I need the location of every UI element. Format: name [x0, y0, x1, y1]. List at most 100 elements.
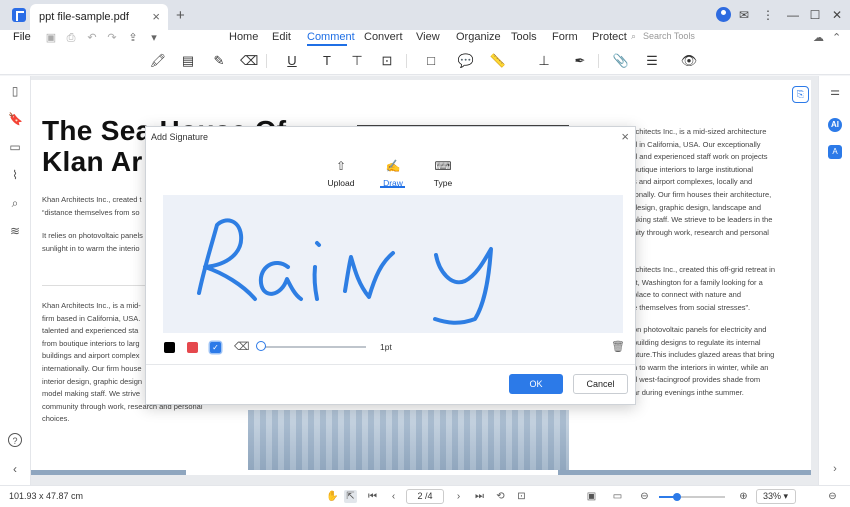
menu-protect[interactable]: Protect [592, 31, 627, 43]
previous-page-icon[interactable]: ‹ [387, 490, 400, 503]
save-icon[interactable]: ▣ [44, 31, 58, 45]
signature-pen-icon[interactable]: ✒ [571, 52, 589, 70]
help-icon[interactable]: ? [8, 433, 22, 447]
next-page-icon[interactable]: › [452, 490, 465, 503]
quick-access-dropdown-icon[interactable]: ▾ [147, 31, 161, 45]
zoom-slider-handle[interactable] [673, 493, 681, 501]
tab-upload[interactable]: ⇧ Upload [321, 159, 361, 189]
text-line: rchitects Inc., created this off-grid re… [633, 265, 776, 274]
menu-organize[interactable]: Organize [456, 31, 501, 43]
share-icon[interactable]: ⇪ [126, 31, 140, 45]
collapse-ribbon-icon[interactable]: ⌃ [832, 31, 841, 44]
callout-icon[interactable]: ⊡ [378, 52, 396, 70]
attachment-icon[interactable]: 📎 [612, 52, 630, 70]
title-bar: ppt file-sample.pdf × + ✉ ⋮ — ☐ ✕ [0, 0, 850, 30]
scroll-right-icon[interactable]: › [828, 462, 842, 476]
sticky-note-icon[interactable]: ▤ [179, 52, 197, 70]
undo-icon[interactable]: ↶ [85, 31, 99, 45]
pencil-icon[interactable]: ✎ [210, 52, 228, 70]
thickness-value: 1pt [380, 342, 392, 352]
page-action-icon[interactable]: ⎘ [792, 86, 809, 103]
page-layout-icon[interactable]: ▣ [585, 490, 598, 503]
left-sidebar: ▯ 🔖 ▭ ⌇ ⌕ ≋ ? ‹ [0, 76, 31, 485]
menu-form[interactable]: Form [552, 31, 578, 43]
fit-page-icon[interactable]: ⊡ [515, 490, 528, 503]
underline-icon[interactable]: U [283, 52, 301, 70]
draw-icon: ✍ [385, 159, 401, 173]
ai-assistant-icon[interactable]: AI [828, 118, 842, 132]
tab-close-icon[interactable]: × [152, 9, 160, 24]
menu-view[interactable]: View [416, 31, 440, 43]
scrollbar-segment[interactable] [31, 470, 186, 475]
eraser-icon[interactable]: ⌫ [234, 340, 250, 353]
new-tab-button[interactable]: + [176, 7, 185, 24]
menu-home[interactable]: Home [229, 31, 258, 43]
zoom-select[interactable]: 33% ▾ [756, 489, 796, 504]
first-page-icon[interactable]: ⏮ [366, 490, 379, 503]
search-panel-icon[interactable]: ⌕ [8, 196, 22, 210]
comment-panel-icon[interactable]: ▭ [8, 140, 22, 154]
text-line: ionally. Our firm houses their architect… [633, 189, 772, 199]
hand-tool-icon[interactable]: ✋ [326, 490, 339, 503]
page-thumbnail-icon[interactable]: ▯ [8, 84, 22, 98]
print-icon[interactable]: ⎙ [64, 31, 78, 45]
feedback-icon[interactable]: ✉ [735, 6, 753, 24]
measure-icon[interactable]: 📏 [489, 52, 507, 70]
properties-icon[interactable]: ⚌ [828, 85, 842, 99]
page-number-input[interactable]: 2 /4 [406, 489, 444, 504]
redo-icon[interactable]: ↷ [105, 31, 119, 45]
bookmark-icon[interactable]: 🔖 [8, 112, 23, 126]
menu-comment[interactable]: Comment [307, 31, 355, 43]
last-page-icon[interactable]: ⏭ [473, 490, 486, 503]
text-line: ature.This includes glazed areas that br… [633, 350, 775, 360]
shape-icon[interactable]: □ [422, 52, 440, 70]
note-list-icon[interactable]: ☰ [643, 52, 661, 70]
user-avatar[interactable] [716, 7, 731, 22]
maximize-icon[interactable]: ☐ [806, 6, 824, 24]
color-swatch-black[interactable] [164, 342, 175, 353]
eye-icon[interactable]: 👁 [680, 52, 698, 70]
view-mode-icon[interactable]: ▭ [611, 490, 624, 503]
search-tools-input[interactable]: Search Tools [643, 31, 695, 41]
signature-canvas[interactable] [163, 195, 623, 333]
rotate-icon[interactable]: ⟲ [494, 490, 507, 503]
menu-bar: File ▣ ⎙ ↶ ↷ ⇪ ▾ Home Edit Comment Conve… [0, 30, 850, 47]
stamp-icon[interactable]: ⊥ [535, 52, 553, 70]
translate-icon[interactable]: A [828, 145, 842, 159]
select-tool-icon[interactable]: ⇱ [344, 490, 357, 503]
textbox-icon[interactable]: ⊤ [348, 52, 366, 70]
highlight-icon[interactable]: 🖍 [149, 52, 167, 70]
cloud-upload-icon[interactable]: ☁ [813, 31, 824, 44]
comment-icon[interactable]: 💬 [457, 52, 475, 70]
color-swatch-red[interactable] [187, 342, 198, 353]
zoom-in-icon[interactable]: ⊕ [737, 490, 750, 503]
layers-icon[interactable]: ≋ [8, 224, 22, 238]
tab-draw[interactable]: ✍ Draw [373, 159, 413, 189]
dialog-close-icon[interactable]: × [621, 129, 629, 144]
menu-file[interactable]: File [13, 31, 31, 43]
color-swatch-blue-selected[interactable]: ✓ [210, 342, 221, 353]
scroll-left-icon[interactable]: ‹ [8, 462, 22, 476]
menu-tools[interactable]: Tools [511, 31, 537, 43]
document-tab[interactable]: ppt file-sample.pdf × [30, 4, 168, 30]
cancel-button[interactable]: Cancel [573, 374, 628, 394]
more-icon[interactable]: ⋮ [759, 6, 777, 24]
close-icon[interactable]: ✕ [828, 6, 846, 24]
scrollbar-segment[interactable] [558, 470, 811, 475]
thickness-slider-track[interactable] [261, 346, 366, 348]
zoom-out-icon[interactable]: ⊖ [638, 490, 651, 503]
tab-type[interactable]: ⌨ Type [423, 159, 463, 189]
text-line: “distance themselves from so [42, 207, 140, 217]
collapse-status-icon[interactable]: ⊖ [826, 490, 839, 503]
menu-edit[interactable]: Edit [272, 31, 291, 43]
menu-convert[interactable]: Convert [364, 31, 403, 43]
text-icon[interactable]: T [318, 52, 336, 70]
trash-icon[interactable]: 🗑 [611, 340, 625, 353]
thickness-slider-handle[interactable] [256, 341, 266, 351]
text-line: place to connect with nature and [633, 290, 741, 300]
building-photo [248, 410, 569, 470]
ok-button[interactable]: OK [509, 374, 563, 394]
minimize-icon[interactable]: — [784, 6, 802, 24]
attachment-panel-icon[interactable]: ⌇ [8, 168, 22, 182]
eraser-icon[interactable]: ⌫ [240, 52, 258, 70]
